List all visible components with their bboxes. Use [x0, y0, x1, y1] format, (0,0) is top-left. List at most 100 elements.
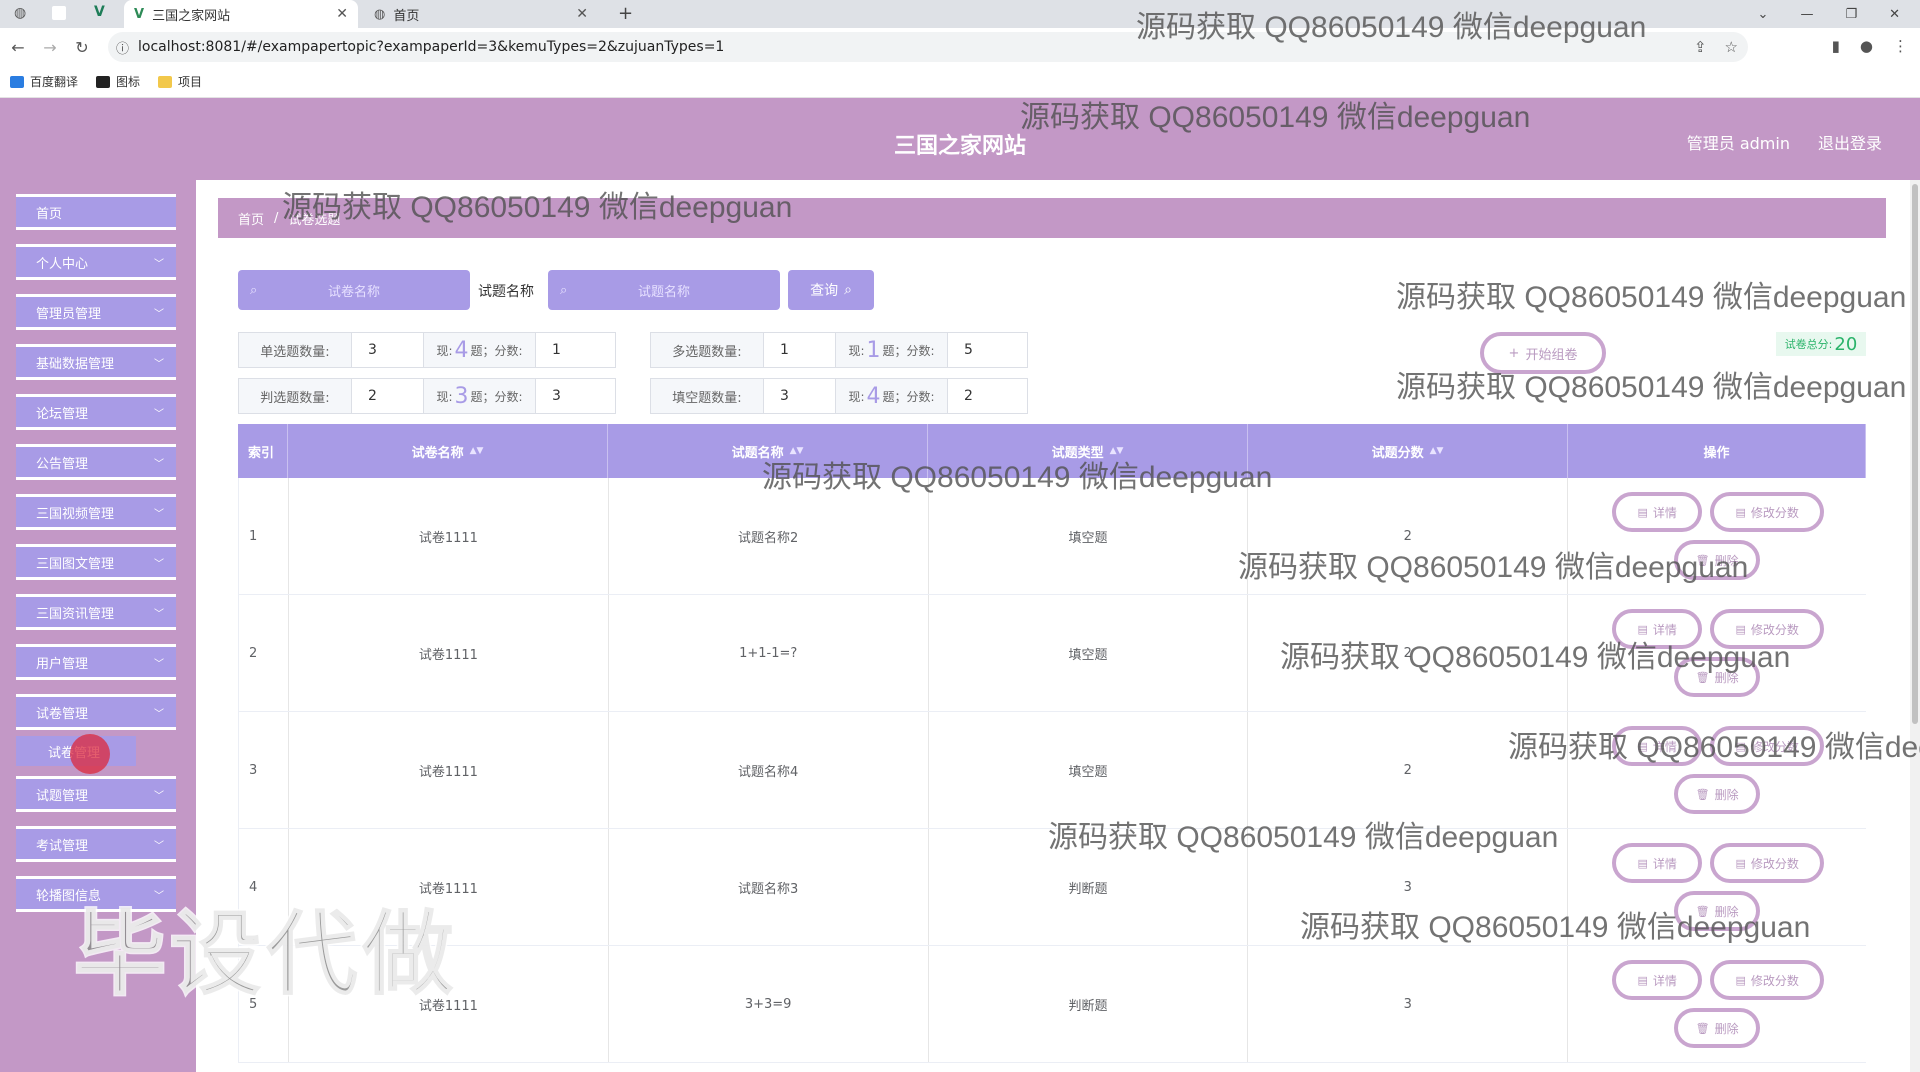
- chevron-down-icon[interactable]: ⌄: [1758, 7, 1769, 22]
- chevron-down-icon: ﹀: [154, 508, 164, 520]
- close-tab-icon[interactable]: ✕: [576, 6, 588, 22]
- sidebar-item-graphic[interactable]: 三国图文管理 ﹀: [16, 544, 176, 580]
- col-topic-score[interactable]: 试题分数 ▲▼: [1248, 424, 1568, 478]
- total-score-badge: 试卷总分: 20: [1776, 332, 1866, 356]
- star-icon[interactable]: ☆: [1725, 38, 1738, 56]
- edit-score-button[interactable]: ▤ 修改分数: [1710, 492, 1825, 532]
- chevron-down-icon: ﹀: [154, 308, 164, 320]
- translate-icon: [10, 75, 24, 88]
- sidebar-item-notice[interactable]: 公告管理 ﹀: [16, 444, 176, 480]
- single-choice-stats: 单选题数量: 3 现: 4 题；分数: 1: [238, 332, 616, 368]
- bookmark-translate[interactable]: 百度翻译: [10, 73, 78, 90]
- fill-blank-count-input[interactable]: 3: [764, 378, 836, 414]
- breadcrumb-home[interactable]: 首页: [238, 209, 264, 228]
- single-choice-count-input[interactable]: 3: [352, 332, 424, 368]
- judge-count-input[interactable]: 2: [352, 378, 424, 414]
- watermark: 源码获取 QQ86050149 微信deepguan: [282, 191, 793, 224]
- big-watermark: 毕设代做: [72, 900, 459, 1010]
- watermark: 源码获取 QQ86050149 微信deepguan: [1508, 731, 1920, 764]
- cell-paper-name: 试卷1111: [289, 712, 609, 828]
- cell-index: 1: [239, 478, 289, 594]
- restore-icon[interactable]: ❐: [1845, 7, 1857, 22]
- fill-blank-score-input[interactable]: 2: [948, 378, 1028, 414]
- document-icon: ▤: [1637, 505, 1648, 519]
- forward-icon[interactable]: →: [34, 38, 66, 57]
- topic-name-search-input[interactable]: ⌕ 试题名称: [548, 270, 780, 310]
- minimize-icon[interactable]: —: [1800, 7, 1813, 22]
- sidebar-item-basedata[interactable]: 基础数据管理 ﹀: [16, 344, 176, 380]
- sidebar-item-questions[interactable]: 试题管理 ﹀: [16, 776, 176, 812]
- menu-icon[interactable]: ⋮: [1893, 37, 1908, 55]
- paper-name-search-input[interactable]: ⌕ 试卷名称: [238, 270, 470, 310]
- cell-topic-score: 3: [1248, 946, 1569, 1062]
- url-text: localhost:8081/#/exampapertopic?exampape…: [138, 39, 725, 55]
- sidebar-item-news[interactable]: 三国资讯管理 ﹀: [16, 594, 176, 630]
- judge-stats: 判选题数量: 2 现: 3 题；分数: 3: [238, 378, 616, 414]
- document-icon: ▤: [1637, 973, 1648, 987]
- sidebar-item-home[interactable]: 首页: [16, 194, 176, 230]
- chevron-down-icon: ﹀: [154, 608, 164, 620]
- search-icon: ⌕: [844, 282, 852, 298]
- cell-paper-name: 试卷1111: [289, 478, 609, 594]
- detail-button[interactable]: ▤ 详情: [1612, 843, 1703, 883]
- image-icon: [96, 75, 111, 88]
- sidebar-item-exam[interactable]: 考试管理 ﹀: [16, 826, 176, 862]
- sidebar-item-admin[interactable]: 管理员管理 ﹀: [16, 294, 176, 330]
- tab-label: 首页: [393, 8, 420, 24]
- cell-topic-type: 填空题: [929, 595, 1249, 711]
- close-tab-icon[interactable]: ✕: [336, 6, 348, 22]
- multi-choice-count-input[interactable]: 1: [764, 332, 836, 368]
- sidebar-item-video[interactable]: 三国视频管理 ﹀: [16, 494, 176, 530]
- bookmark-project[interactable]: 项目: [158, 73, 202, 90]
- share-icon[interactable]: ⇪: [1694, 38, 1707, 56]
- watermark: 源码获取 QQ86050149 微信deepguan: [1136, 11, 1647, 44]
- judge-score-input[interactable]: 3: [536, 378, 616, 414]
- tab-sanguo[interactable]: V 三国之家网站 ✕: [124, 0, 358, 28]
- tab-label: 三国之家网站: [152, 8, 231, 24]
- col-paper-name[interactable]: 试卷名称 ▲▼: [288, 424, 608, 478]
- edit-score-button[interactable]: ▤ 修改分数: [1710, 843, 1825, 883]
- sort-icon[interactable]: ▲▼: [1430, 446, 1444, 456]
- scrollbar-thumb[interactable]: [1912, 184, 1918, 724]
- admin-label: 管理员 admin: [1686, 134, 1790, 153]
- tab-icon[interactable]: [52, 6, 66, 20]
- tab-search-icon[interactable]: ◍: [14, 5, 26, 21]
- document-icon: ▤: [1735, 973, 1746, 987]
- breadcrumb-separator: /: [274, 210, 279, 226]
- delete-button[interactable]: 🗑 删除: [1674, 1008, 1761, 1048]
- search-icon: ⌕: [560, 282, 568, 298]
- multi-choice-score-input[interactable]: 5: [948, 332, 1028, 368]
- profile-icon[interactable]: ●: [1860, 37, 1873, 55]
- topic-name-label: 试题名称: [478, 284, 534, 300]
- detail-button[interactable]: ▤ 详情: [1612, 960, 1703, 1000]
- bookmark-icons[interactable]: 图标: [96, 73, 140, 90]
- back-icon[interactable]: ←: [2, 38, 34, 57]
- tab-home[interactable]: ◍ 首页 ✕: [364, 0, 598, 28]
- cell-topic-name: 1+1-1=?: [609, 595, 929, 711]
- cell-topic-type: 判断题: [929, 946, 1249, 1062]
- new-tab-icon[interactable]: +: [618, 3, 633, 24]
- sidebar-item-forum[interactable]: 论坛管理 ﹀: [16, 394, 176, 430]
- info-icon[interactable]: ⓘ: [116, 38, 129, 57]
- reload-icon[interactable]: ↻: [66, 38, 98, 57]
- watermark: 源码获取 QQ86050149 微信deepguan: [1280, 641, 1791, 674]
- sidebar-item-users[interactable]: 用户管理 ﹀: [16, 644, 176, 680]
- delete-button[interactable]: 🗑 删除: [1674, 774, 1761, 814]
- chevron-down-icon: ﹀: [154, 258, 164, 270]
- detail-button[interactable]: ▤ 详情: [1612, 492, 1703, 532]
- chevron-down-icon: ﹀: [154, 458, 164, 470]
- single-choice-score-input[interactable]: 1: [536, 332, 616, 368]
- close-window-icon[interactable]: ✕: [1889, 7, 1900, 22]
- sidepanel-icon[interactable]: ▮: [1832, 37, 1840, 55]
- bookmarks-bar: 百度翻译 图标 项目: [0, 66, 1920, 98]
- vue-tab-icon[interactable]: V: [94, 4, 105, 20]
- sidebar-item-profile[interactable]: 个人中心 ﹀: [16, 244, 176, 280]
- query-button[interactable]: 查询 ⌕: [788, 270, 874, 310]
- edit-score-button[interactable]: ▤ 修改分数: [1710, 960, 1825, 1000]
- logout-link[interactable]: 退出登录: [1818, 130, 1882, 154]
- sidebar-item-papers[interactable]: 试卷管理 ﹀: [16, 694, 176, 730]
- document-icon: ▤: [1735, 856, 1746, 870]
- chevron-down-icon: ﹀: [154, 708, 164, 720]
- cell-topic-type: 填空题: [929, 712, 1249, 828]
- sort-icon[interactable]: ▲▼: [470, 446, 484, 456]
